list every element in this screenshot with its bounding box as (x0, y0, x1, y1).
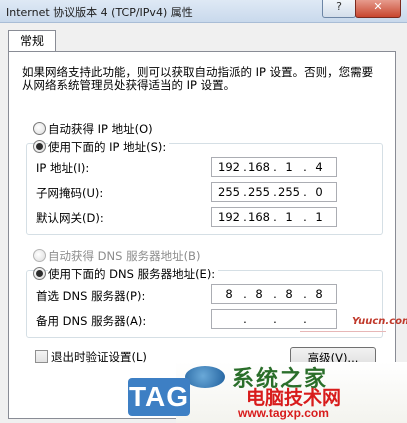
help-icon: ? (336, 0, 342, 13)
watermark-tag-logo: TAG (128, 378, 190, 416)
mask-octet-1: 255 (218, 185, 240, 199)
dot-separator: . (243, 312, 247, 326)
validate-on-exit-checkbox[interactable] (35, 350, 48, 363)
dns1-octet-3: 8 (285, 287, 293, 301)
gateway-octet-1: 192 (218, 210, 240, 224)
ip-address-label: IP 地址(I): (36, 161, 90, 175)
help-button[interactable]: ? (322, 0, 356, 18)
default-gateway-label: 默认网关(D): (36, 211, 104, 225)
ip-octet-2: 168 (248, 160, 270, 174)
title-bar: Internet 协议版本 4 (TCP/IPv4) 属性 ? ✕ (0, 0, 407, 23)
alternate-dns-input[interactable]: . . . (211, 309, 337, 329)
validate-on-exit-label: 退出时验证设置(L) (51, 350, 147, 364)
manual-ip-radio[interactable] (33, 140, 46, 153)
auto-dns-label: 自动获得 DNS 服务器地址(B) (48, 249, 201, 263)
gateway-octet-4: 1 (315, 210, 323, 224)
manual-dns-radio[interactable] (33, 267, 46, 280)
watermark-site-url: www.tagxp.com (238, 406, 329, 420)
auto-ip-radio[interactable] (33, 122, 46, 135)
ip-address-input[interactable]: 192 . 168 . 1 . 4 (211, 157, 337, 177)
dns1-octet-2: 8 (255, 287, 263, 301)
dot-separator: . (303, 312, 307, 326)
watermark-underline (300, 331, 386, 332)
window-title: Internet 协议版本 4 (TCP/IPv4) 属性 (6, 6, 193, 19)
default-gateway-input[interactable]: 192 . 168 . 1 . 1 (211, 207, 337, 227)
dns1-octet-1: 8 (225, 287, 233, 301)
dns1-octet-4: 8 (315, 287, 323, 301)
ip-octet-3: 1 (285, 160, 293, 174)
mask-octet-3: 255 (278, 185, 300, 199)
intro-text: 如果网络支持此功能，则可以获取自动指派的 IP 设置。否则，您需要从网络系统管理… (22, 65, 374, 92)
preferred-dns-label: 首选 DNS 服务器(P): (36, 289, 146, 303)
ip-octet-4: 4 (315, 160, 323, 174)
close-button[interactable]: ✕ (355, 0, 401, 18)
dot-separator: . (273, 312, 277, 326)
alternate-dns-label: 备用 DNS 服务器(A): (36, 314, 147, 328)
manual-dns-label: 使用下面的 DNS 服务器地址(E): (48, 266, 219, 282)
subnet-mask-label: 子网掩码(U): (36, 186, 104, 200)
auto-ip-label: 自动获得 IP 地址(O) (48, 122, 153, 136)
gateway-octet-2: 168 (248, 210, 270, 224)
preferred-dns-input[interactable]: 8 . 8 . 8 . 8 (211, 284, 337, 304)
manual-ip-label: 使用下面的 IP 地址(S): (48, 139, 170, 155)
mask-octet-2: 255 (248, 185, 270, 199)
auto-dns-radio[interactable] (33, 249, 46, 262)
gateway-octet-3: 1 (285, 210, 293, 224)
mask-octet-4: 0 (315, 185, 323, 199)
tab-general[interactable]: 常规 (8, 30, 56, 52)
close-icon: ✕ (373, 0, 383, 13)
brand-logo-icon (185, 366, 225, 388)
ip-octet-1: 192 (218, 160, 240, 174)
watermark-yuucn: Yuucn.com (352, 316, 407, 327)
subnet-mask-input[interactable]: 255 . 255 . 255 . 0 (211, 182, 337, 202)
